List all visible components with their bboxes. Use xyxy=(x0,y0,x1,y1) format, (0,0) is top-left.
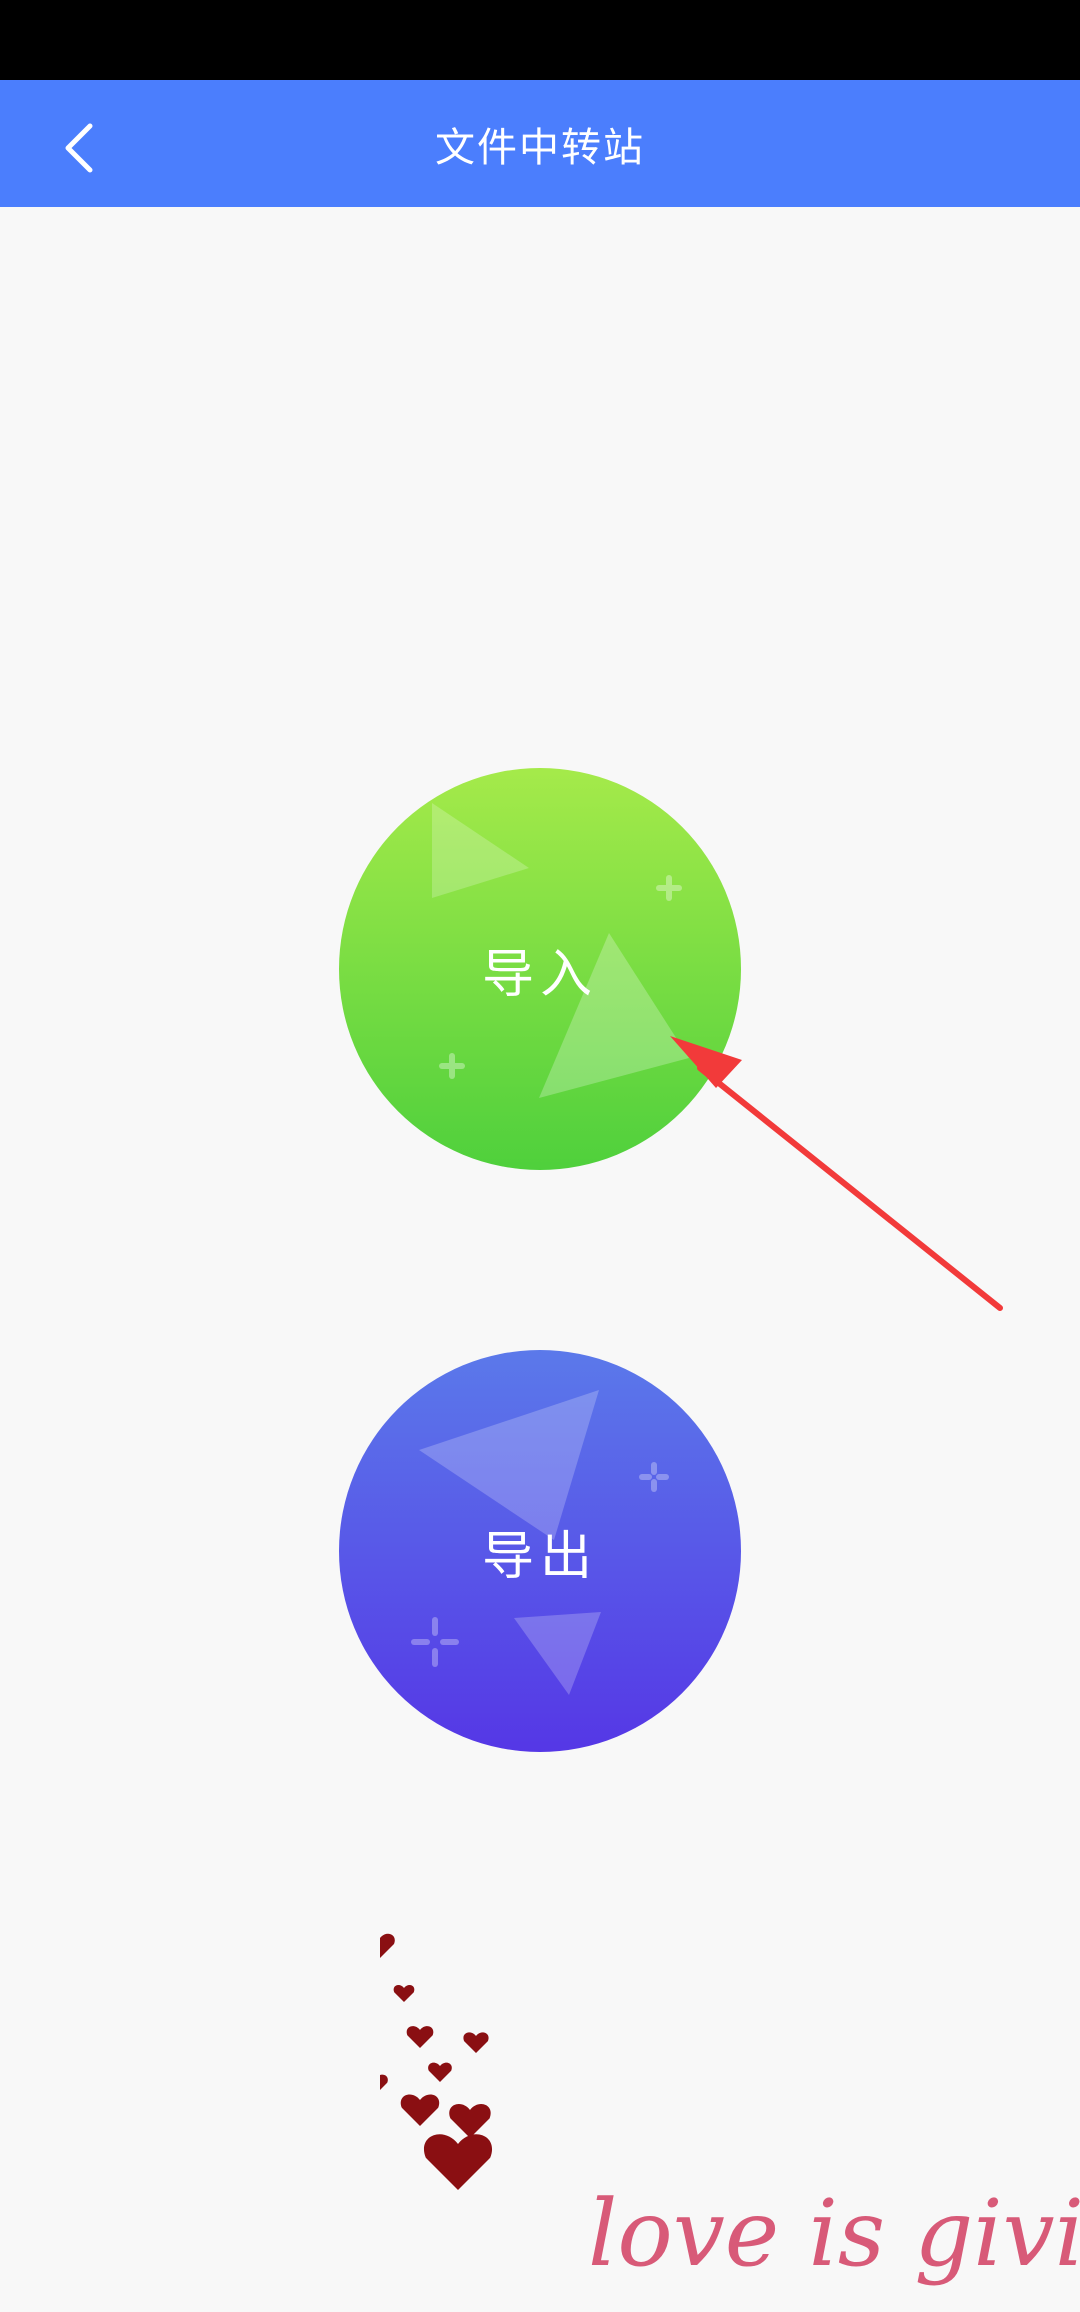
export-label: 导出 xyxy=(481,1526,598,1587)
import-label: 导入 xyxy=(481,944,598,1005)
page-title: 文件中转站 xyxy=(435,124,645,171)
file-transfer-screen: 文件中转站 导入 导出 love is giv xyxy=(0,0,1080,2312)
export-button[interactable]: 导出 xyxy=(339,1350,741,1752)
status-bar xyxy=(0,0,1080,80)
watermark-text: love is giving xyxy=(588,2180,1080,2287)
import-button[interactable]: 导入 xyxy=(339,768,741,1170)
app-bar: 文件中转站 xyxy=(0,80,1080,207)
